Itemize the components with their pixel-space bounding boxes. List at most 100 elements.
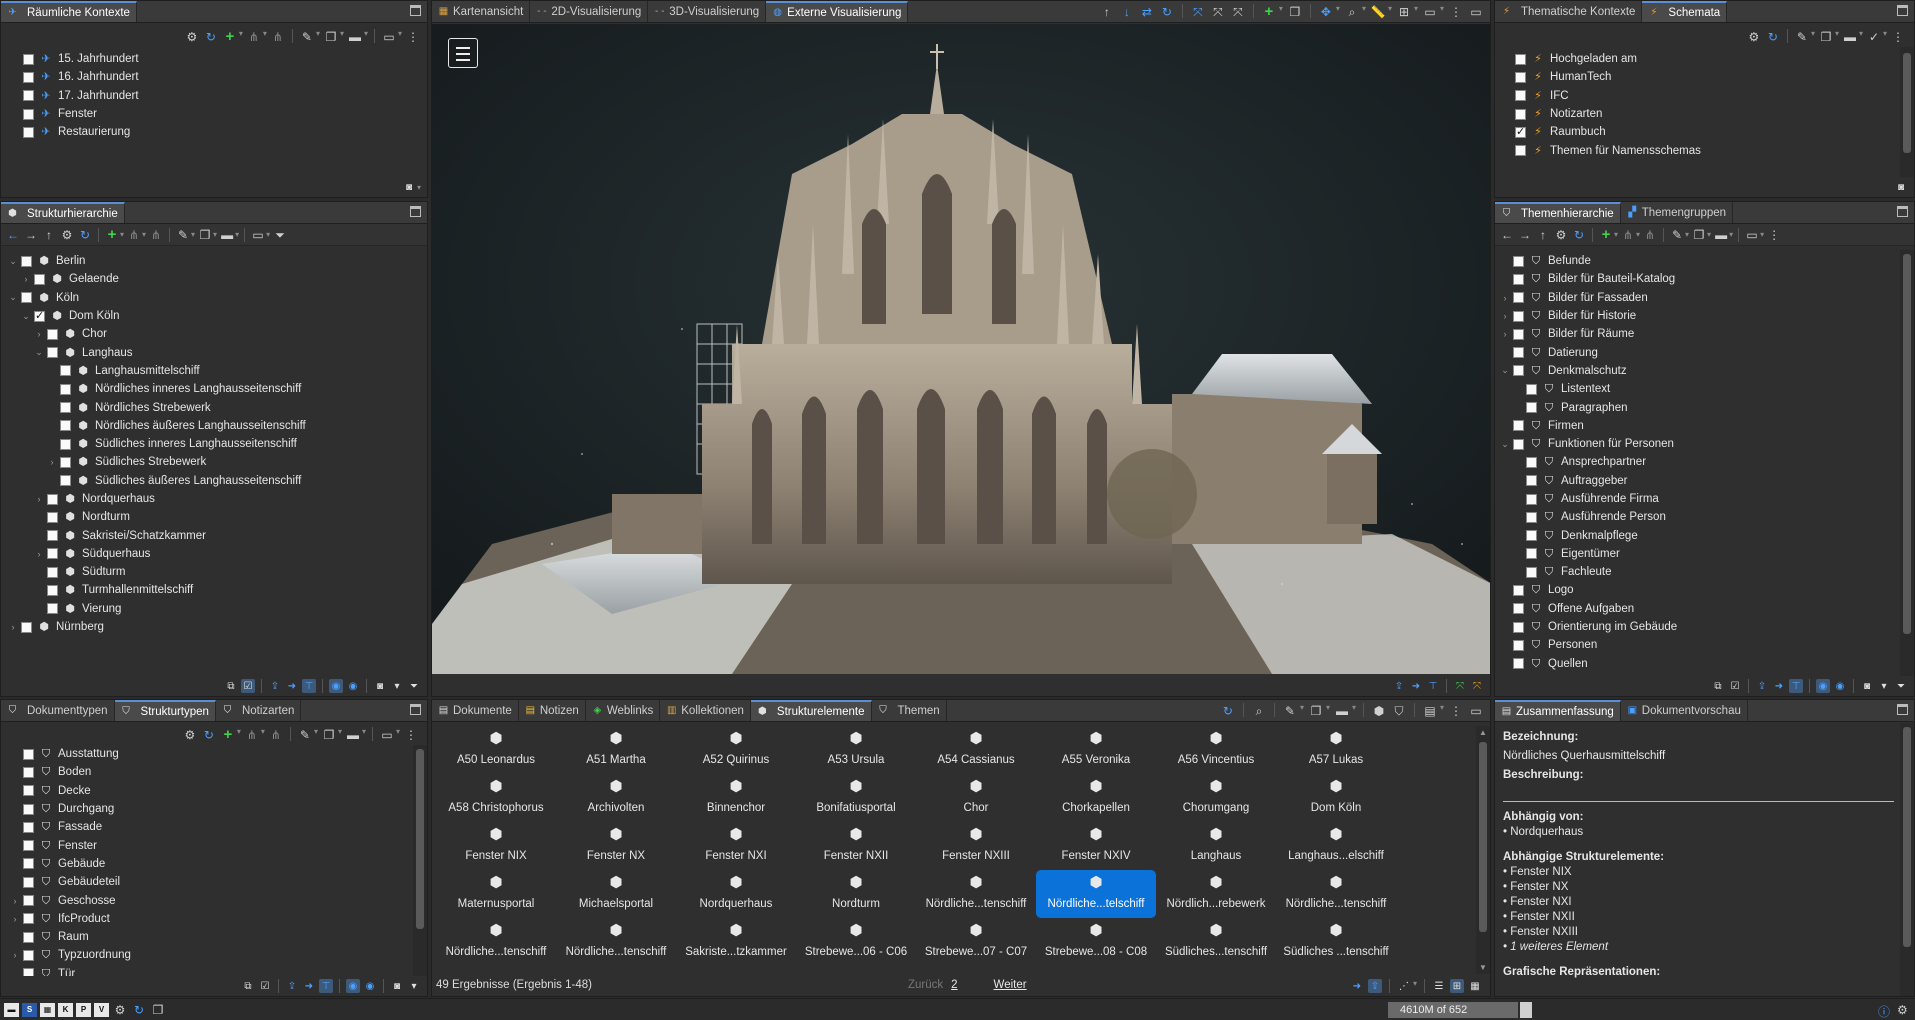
structure-element-tile[interactable]: ⬢ A57 Lukas: [1276, 726, 1396, 774]
scroll-up-icon[interactable]: ▲: [1479, 728, 1487, 737]
more-menu-icon[interactable]: ⋮: [1766, 227, 1782, 243]
tree-checkbox[interactable]: [23, 53, 34, 65]
chevron-down-icon[interactable]: ▾: [235, 230, 239, 239]
tree-checkbox[interactable]: [1515, 90, 1526, 102]
tree-checkbox[interactable]: [23, 858, 34, 870]
view-icon[interactable]: ▬: [347, 29, 363, 45]
filter-tree-icon[interactable]: ⋔: [268, 727, 284, 743]
chevron-down-icon[interactable]: ▾: [1685, 230, 1689, 239]
tab-notizarten[interactable]: ⛉ Notizarten: [216, 700, 302, 721]
chevron-down-icon[interactable]: ▾: [1279, 4, 1283, 20]
copy-icon[interactable]: ❐: [197, 227, 213, 243]
structure-element-tile[interactable]: ⬢ A54 Cassianus: [916, 726, 1036, 774]
tree-checkbox[interactable]: [1513, 292, 1524, 304]
tree-checkbox[interactable]: [47, 548, 58, 560]
more-menu-icon[interactable]: ⋮: [1448, 4, 1464, 20]
windows-icon[interactable]: ❐: [150, 1002, 166, 1018]
tree-checkbox[interactable]: [1513, 639, 1524, 651]
maximize-icon[interactable]: [410, 206, 421, 217]
tree-checkbox[interactable]: [1513, 310, 1524, 322]
structure-element-tile[interactable]: ⬢ A51 Martha: [556, 726, 676, 774]
structure-element-tile[interactable]: ⬢ Südliches...tenschiff: [1156, 918, 1276, 966]
scroll-thumb[interactable]: [1903, 53, 1911, 153]
tree-checkbox[interactable]: [1513, 621, 1524, 633]
structure-element-tile[interactable]: ⬢ Chorumgang: [1156, 774, 1276, 822]
chevron-down-icon[interactable]: ▾: [213, 230, 217, 239]
chevron-down-icon[interactable]: ▾: [417, 183, 421, 192]
thema-item[interactable]: › ⛉ Bilder für Räume: [1499, 325, 1900, 343]
tree-checkbox[interactable]: [21, 292, 32, 304]
chevron-down-icon[interactable]: ▾: [1336, 4, 1340, 20]
chevron-down-icon[interactable]: ▾: [1636, 230, 1640, 239]
struktur-tree-item[interactable]: › ⬢ Gelaende: [7, 270, 413, 288]
tree-checkbox[interactable]: [1526, 530, 1537, 542]
tree-checkbox[interactable]: [1526, 475, 1537, 487]
more-menu-icon[interactable]: ⋮: [405, 29, 421, 45]
tools-icon[interactable]: ⚙: [112, 1002, 128, 1018]
strukturtyp-item[interactable]: ⛉ Durchgang: [9, 800, 413, 818]
app-icon-p[interactable]: P: [76, 1002, 91, 1017]
scroll-thumb[interactable]: [1479, 742, 1487, 932]
view-icon[interactable]: ▬: [345, 727, 361, 743]
tree-checkbox[interactable]: [23, 895, 34, 907]
tools-icon[interactable]: ⚙: [1746, 29, 1762, 45]
tab-dokumente[interactable]: ▤ Dokumente: [432, 700, 519, 721]
collapsed-chevron-icon[interactable]: ›: [33, 329, 45, 339]
tab-dokumentvorschau[interactable]: ▣ Dokumentvorschau: [1621, 700, 1748, 721]
tree-checkbox[interactable]: [47, 347, 58, 359]
shuffle-icon[interactable]: ⇄: [1139, 4, 1155, 20]
toggle-a-icon[interactable]: ◉: [329, 679, 343, 693]
struktur-tree-item[interactable]: ⬢ Nördliches Strebewerk: [7, 398, 413, 416]
structure-element-tile[interactable]: ⬢ Nördliche...tenschiff: [916, 870, 1036, 918]
structure-element-tile[interactable]: ⬢ Nördlich...rebewerk: [1156, 870, 1276, 918]
tree-checkbox[interactable]: [60, 420, 71, 432]
app-icon-s[interactable]: S: [22, 1002, 37, 1017]
axes-icon[interactable]: ⤧: [1190, 4, 1206, 20]
tree-checkbox[interactable]: [21, 255, 32, 267]
tools-icon[interactable]: ⚙: [182, 727, 198, 743]
tree-checkbox[interactable]: [34, 309, 45, 322]
structure-element-tile[interactable]: ⬢ Südliches ...tenschiff: [1276, 918, 1396, 966]
structure-element-tile[interactable]: ⬢ A52 Quirinus: [676, 726, 796, 774]
refresh-icon[interactable]: ↻: [1765, 29, 1781, 45]
chevron-down-icon[interactable]: ▾: [1414, 4, 1418, 20]
link-icon[interactable]: ⧉: [1711, 679, 1725, 693]
chevron-down-icon[interactable]: ▾: [1300, 703, 1304, 719]
tree-checkbox[interactable]: [1513, 584, 1524, 596]
tree-checkbox[interactable]: [1515, 53, 1526, 65]
structure-element-tile[interactable]: ⬢ Nordturm: [796, 870, 916, 918]
add-button[interactable]: +: [220, 727, 236, 743]
table-view-icon[interactable]: ▦: [1468, 979, 1482, 993]
themen-scrollbar[interactable]: [1900, 250, 1914, 676]
arrow-up-icon[interactable]: ↑: [1099, 4, 1115, 20]
chevron-down-icon[interactable]: ▾: [1388, 4, 1392, 20]
thema-item[interactable]: › ⛉ Bilder für Fassaden: [1499, 289, 1900, 307]
camera-icon[interactable]: ◙: [1860, 679, 1874, 693]
import-icon[interactable]: ⇪: [1367, 979, 1382, 993]
tree-checkbox[interactable]: [23, 803, 34, 815]
tree-checkbox[interactable]: [47, 493, 58, 505]
add-button[interactable]: +: [104, 226, 120, 243]
layout-icon[interactable]: ▭: [250, 227, 266, 243]
strukturtyp-item[interactable]: ⛉ Fassade: [9, 818, 413, 836]
tree-checkbox[interactable]: [1515, 125, 1526, 138]
app-icon-1[interactable]: ▬: [4, 1002, 19, 1017]
refresh-icon[interactable]: ↻: [131, 1002, 147, 1018]
tab-schemata[interactable]: ⚡ Schemata: [1642, 1, 1728, 22]
import-icon[interactable]: ⇪: [285, 979, 299, 993]
tab-strukturhierarchie[interactable]: ⬢ Strukturhierarchie: [1, 202, 125, 223]
structure-element-tile[interactable]: ⬢ Fenster NXI: [676, 822, 796, 870]
tools-icon[interactable]: ⚙: [184, 29, 200, 45]
structure-element-tile[interactable]: ⬢ Fenster NXIII: [916, 822, 1036, 870]
thema-item[interactable]: ⛉ Ansprechpartner: [1499, 453, 1900, 471]
structure-element-tile[interactable]: ⬢ Nördliche...telschiff: [1036, 870, 1156, 918]
struktur-tree-item[interactable]: › ⬢ Chor: [7, 325, 413, 343]
thema-item[interactable]: ⛉ Quellen: [1499, 655, 1900, 673]
raeumliche-tree-item[interactable]: ✈ 17. Jahrhundert: [9, 87, 413, 105]
forward-arrow-icon[interactable]: →: [1517, 227, 1533, 243]
copy-icon[interactable]: ❐: [1287, 4, 1303, 20]
thema-item[interactable]: ⛉ Eigentümer: [1499, 545, 1900, 563]
struktur-tree-item[interactable]: ⌄ ⬢ Dom Köln: [7, 307, 413, 325]
hierarchy-icon[interactable]: ⋔: [244, 727, 260, 743]
chevron-down-icon[interactable]: ▾: [1811, 29, 1815, 45]
